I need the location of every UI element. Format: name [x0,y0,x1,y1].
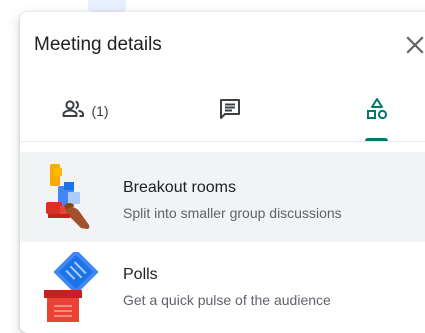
participant-count: (1) [91,103,109,119]
tab-chat[interactable] [210,96,250,146]
polls-illustration [42,249,100,322]
close-button[interactable] [402,32,425,58]
panel-header: Meeting details [20,12,425,76]
polls-subtitle: Get a quick pulse of the audience [123,292,331,308]
meeting-details-panel: Meeting details (1) Breakout rooms Split… [20,12,425,333]
panel-tabs: (1) [20,96,425,146]
panel-title: Meeting details [34,34,162,55]
tabs-divider [20,141,425,142]
background-panel-edge [88,0,126,12]
tab-people[interactable]: (1) [50,96,120,146]
breakout-rooms-title: Breakout rooms [123,179,236,196]
activities-icon [367,98,388,120]
chat-icon [220,99,240,119]
list-item-breakout-rooms[interactable]: Breakout rooms Split into smaller group … [20,152,425,242]
breakout-rooms-illustration [42,162,100,232]
close-icon [406,36,424,54]
polls-title: Polls [123,266,158,283]
people-icon [62,100,85,117]
list-item-polls[interactable]: Polls Get a quick pulse of the audience [20,242,425,333]
breakout-rooms-subtitle: Split into smaller group discussions [123,205,342,221]
